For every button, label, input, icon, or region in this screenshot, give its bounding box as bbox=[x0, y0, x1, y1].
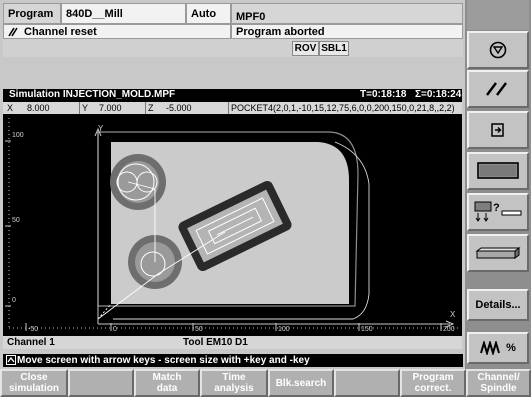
message-line: Move screen with arrow keys - screen siz… bbox=[3, 354, 463, 367]
tool-label: Tool EM10 D1 bbox=[183, 337, 248, 348]
x-tick-label: 0 bbox=[113, 326, 117, 333]
program-status: Program aborted bbox=[231, 24, 463, 39]
match-data-line2: data bbox=[156, 383, 178, 394]
tool-path-icon: ? bbox=[474, 201, 522, 222]
block-icon bbox=[475, 247, 521, 259]
x-tick-label: 150 bbox=[361, 326, 373, 333]
y-tick-label: 0 bbox=[12, 297, 16, 304]
program-correct-line1: Program bbox=[412, 372, 454, 383]
y-tick-label: 50 bbox=[12, 217, 20, 224]
softkey-window[interactable] bbox=[467, 152, 529, 190]
softkey-channel-spindle[interactable]: Channel/Spindle bbox=[466, 369, 531, 397]
spindle-wave-icon bbox=[480, 341, 501, 355]
x-tick-label: 200 bbox=[443, 326, 455, 333]
program-name: MPF0 bbox=[231, 3, 463, 24]
current-block: POCKET4(2,0,1,-10,15,12,75,6,0,0,200,150… bbox=[228, 102, 455, 114]
x-tick-label: 50 bbox=[195, 326, 203, 333]
x-coord-value: 8.000 bbox=[27, 103, 50, 113]
message-text: Move screen with arrow keys - screen siz… bbox=[17, 355, 310, 366]
window-icon bbox=[477, 162, 519, 179]
block-search-label: Blk.search bbox=[275, 377, 327, 389]
softkey-close-simulation[interactable]: Close simulation bbox=[0, 369, 68, 397]
x-axis-label: X bbox=[450, 310, 456, 319]
spindle-percent-label: % bbox=[506, 342, 516, 354]
softkey-spindle-percent[interactable]: % bbox=[467, 332, 529, 364]
zoom-auto-icon bbox=[491, 123, 504, 137]
channel-spindle-line1: Channel/ bbox=[477, 372, 520, 383]
softkey-block-search[interactable]: Blk.search bbox=[268, 369, 334, 397]
simulation-status-bar: Channel 1 Tool EM10 D1 bbox=[3, 336, 462, 349]
time-analysis-line1: Time bbox=[222, 372, 246, 383]
x-coord-label: X bbox=[7, 103, 14, 113]
softkey-empty-6[interactable] bbox=[334, 369, 400, 397]
softkey-match-data[interactable]: Match data bbox=[134, 369, 200, 397]
channel-spindle-line2: Spindle bbox=[480, 383, 517, 394]
z-coord-label: Z bbox=[145, 102, 154, 114]
time-sum: Σ=0:18:24 bbox=[415, 89, 462, 100]
y-coord-label: Y bbox=[79, 102, 88, 114]
x-tick-label: 100 bbox=[278, 326, 290, 333]
simulation-canvas[interactable]: Y X -50 0 50 100 150 200 100 50 0 bbox=[3, 114, 462, 336]
time-t: T=0:18:18 bbox=[360, 89, 407, 100]
softkey-details[interactable]: Details... bbox=[467, 289, 529, 321]
channel-label: Channel 1 bbox=[7, 337, 55, 348]
softkey-block[interactable] bbox=[467, 234, 529, 272]
area-label: Program bbox=[3, 3, 61, 24]
match-data-line1: Match bbox=[152, 372, 182, 383]
coordinate-bar: X 8.000 Y 7.000 Z -5.000 POCKET4(2,0,1,-… bbox=[3, 102, 462, 114]
softkey-time-analysis[interactable]: Time analysis bbox=[200, 369, 268, 397]
tool-path-question-mark: ? bbox=[493, 202, 500, 214]
softkey-parallel-lines[interactable] bbox=[467, 70, 529, 108]
y-coord-value: 7.000 bbox=[99, 103, 122, 113]
y-tick-label: 100 bbox=[12, 132, 24, 139]
softkey-program-correct[interactable]: Program correct. bbox=[400, 369, 466, 397]
simulation-title: Simulation INJECTION_MOLD.MPF bbox=[9, 89, 176, 100]
program-correct-line2: correct. bbox=[414, 383, 452, 394]
mode-label: Auto bbox=[186, 3, 231, 24]
message-caret-icon bbox=[6, 355, 16, 365]
x-tick-label: -50 bbox=[28, 326, 38, 333]
time-analysis-line2: analysis bbox=[214, 383, 254, 394]
close-simulation-line2: simulation bbox=[8, 383, 59, 394]
rov-flag: ROV bbox=[292, 41, 319, 56]
softkey-header-blank bbox=[467, 0, 529, 30]
machine-name: 840D__Mill bbox=[61, 3, 186, 24]
parallel-lines-icon bbox=[486, 82, 507, 96]
softkey-tool-path[interactable]: ? bbox=[467, 193, 529, 231]
close-simulation-line1: Close bbox=[20, 372, 48, 383]
sbl-flag: SBL1 bbox=[319, 41, 349, 56]
channel-status: Channel reset bbox=[3, 24, 231, 39]
channel-reset-icon bbox=[8, 27, 19, 37]
flag-row bbox=[3, 39, 463, 57]
z-coord-value: -5.000 bbox=[166, 103, 192, 113]
softkey-zoom-auto[interactable] bbox=[467, 111, 529, 149]
y-axis-label: Y bbox=[98, 124, 104, 133]
channel-status-text: Channel reset bbox=[24, 26, 97, 38]
simulation-title-bar: Simulation INJECTION_MOLD.MPF T=0:18:18 … bbox=[3, 89, 462, 102]
softkey-mode-switch[interactable] bbox=[467, 31, 529, 69]
mode-switch-icon bbox=[489, 41, 507, 59]
softkey-empty-2[interactable] bbox=[68, 369, 134, 397]
